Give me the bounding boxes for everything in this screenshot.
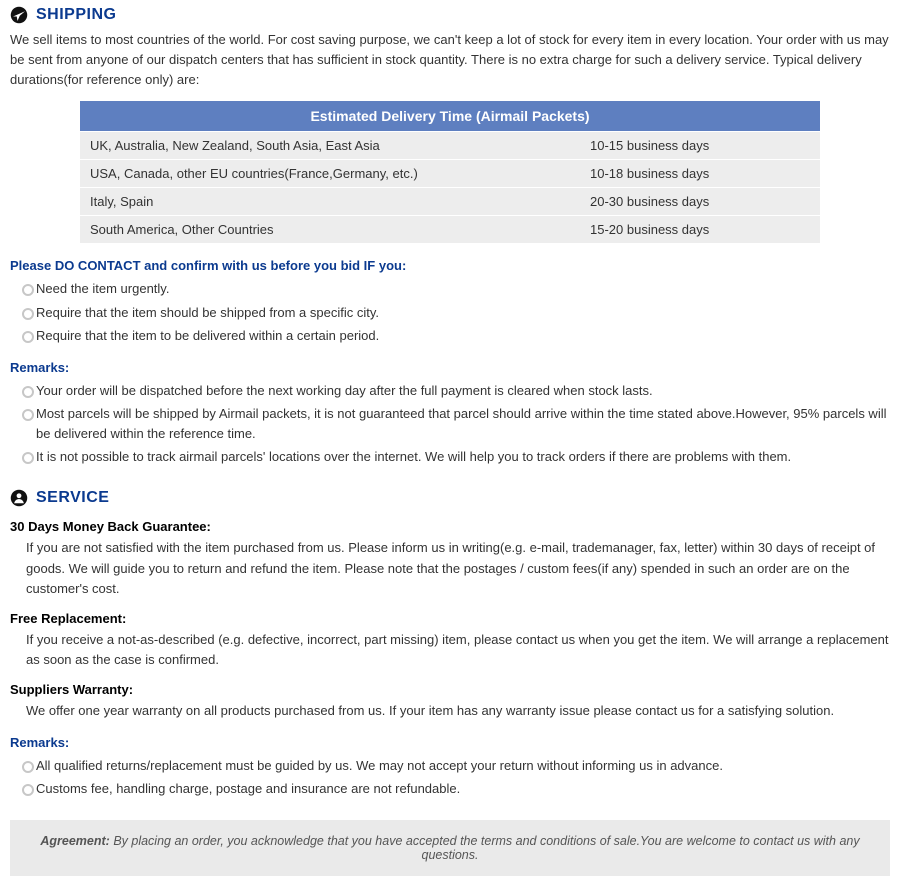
- money-back-text: If you are not satisfied with the item p…: [10, 538, 890, 598]
- list-item: Require that the item should be shipped …: [24, 303, 890, 323]
- list-item: It is not possible to track airmail parc…: [24, 447, 890, 467]
- warranty-heading: Suppliers Warranty:: [10, 682, 890, 697]
- warranty-text: We offer one year warranty on all produc…: [10, 701, 890, 721]
- table-row: USA, Canada, other EU countries(France,G…: [80, 160, 820, 187]
- region-cell: USA, Canada, other EU countries(France,G…: [80, 160, 580, 187]
- free-replacement-heading: Free Replacement:: [10, 611, 890, 626]
- table-row: South America, Other Countries 15-20 bus…: [80, 216, 820, 243]
- table-row: Italy, Spain 20-30 business days: [80, 188, 820, 215]
- list-item: All qualified returns/replacement must b…: [24, 756, 890, 776]
- list-item: Customs fee, handling charge, postage an…: [24, 779, 890, 799]
- service-person-icon: [10, 489, 28, 507]
- service-header: SERVICE: [10, 489, 890, 507]
- contact-heading: Please DO CONTACT and confirm with us be…: [10, 258, 890, 273]
- table-row: UK, Australia, New Zealand, South Asia, …: [80, 132, 820, 159]
- time-cell: 15-20 business days: [580, 216, 820, 243]
- agreement-text: By placing an order, you acknowledge tha…: [110, 834, 860, 862]
- delivery-table-header: Estimated Delivery Time (Airmail Packets…: [80, 101, 820, 131]
- agreement-bar: Agreement: By placing an order, you ackn…: [10, 820, 890, 876]
- region-cell: UK, Australia, New Zealand, South Asia, …: [80, 132, 580, 159]
- shipping-intro: We sell items to most countries of the w…: [10, 30, 890, 90]
- list-item: Require that the item to be delivered wi…: [24, 326, 890, 346]
- shipping-remarks-heading: Remarks:: [10, 360, 890, 375]
- shipping-header: SHIPPING: [10, 6, 890, 24]
- service-remarks-list: All qualified returns/replacement must b…: [10, 756, 890, 799]
- list-item: Need the item urgently.: [24, 279, 890, 299]
- contact-list: Need the item urgently. Require that the…: [10, 279, 890, 345]
- shipping-title: SHIPPING: [36, 6, 116, 24]
- service-title: SERVICE: [36, 489, 109, 507]
- delivery-time-table: Estimated Delivery Time (Airmail Packets…: [80, 100, 820, 244]
- list-item: Your order will be dispatched before the…: [24, 381, 890, 401]
- agreement-lead: Agreement:: [40, 834, 109, 848]
- free-replacement-text: If you receive a not-as-described (e.g. …: [10, 630, 890, 670]
- time-cell: 10-15 business days: [580, 132, 820, 159]
- globe-plane-icon: [10, 6, 28, 24]
- shipping-remarks-list: Your order will be dispatched before the…: [10, 381, 890, 468]
- time-cell: 20-30 business days: [580, 188, 820, 215]
- region-cell: South America, Other Countries: [80, 216, 580, 243]
- time-cell: 10-18 business days: [580, 160, 820, 187]
- region-cell: Italy, Spain: [80, 188, 580, 215]
- list-item: Most parcels will be shipped by Airmail …: [24, 404, 890, 444]
- money-back-heading: 30 Days Money Back Guarantee:: [10, 519, 890, 534]
- service-remarks-heading: Remarks:: [10, 735, 890, 750]
